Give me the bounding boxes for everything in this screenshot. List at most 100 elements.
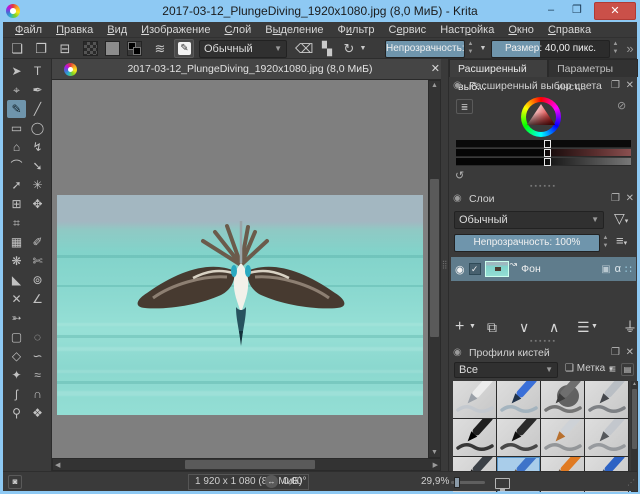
layer-alpha-icon[interactable]: α [615, 263, 621, 275]
toolbar-overflow-icon[interactable]: » [624, 40, 636, 57]
docker-menu-icon[interactable]: ◉ [453, 345, 462, 361]
freehand-select-tool[interactable]: ∽ [28, 347, 47, 365]
move-tool[interactable]: ✥ [28, 195, 47, 213]
document-close-icon[interactable]: ✕ [431, 59, 440, 80]
shade-strip-1[interactable] [456, 140, 631, 148]
text-tool[interactable]: T [28, 62, 47, 80]
layer-blend-mode-dropdown[interactable]: Обычный ▼ [454, 211, 604, 229]
close-docker-icon[interactable]: ✕ [626, 191, 634, 207]
open-document-icon[interactable]: ❐ [32, 40, 50, 57]
measure-tool[interactable]: ∠ [28, 290, 47, 308]
brush-editor-button[interactable]: ✎ [174, 39, 194, 58]
horizontal-scrollbar[interactable]: ◀ ▶ [52, 458, 441, 471]
layer-opacity-spinner[interactable]: ▲ ▼ [601, 234, 610, 250]
float-docker-icon[interactable]: ❐ [611, 345, 620, 361]
smart-patch-tool[interactable]: ✄ [28, 252, 47, 270]
gradient-tool[interactable]: ▦ [7, 233, 26, 251]
move-layer-down-button[interactable]: ∨ [519, 317, 529, 337]
reload-dropdown-icon[interactable]: ▼ [358, 40, 368, 57]
rect-select-tool[interactable]: ▢ [7, 328, 26, 346]
menu-item-Файл[interactable]: Файл [8, 24, 49, 36]
image-plungediving[interactable] [57, 195, 423, 415]
color-selector-settings-button[interactable]: ≣ [456, 99, 473, 114]
brush-preset-brush-ink-black[interactable] [497, 419, 540, 456]
eraser-mode-icon[interactable]: ⌫ [295, 40, 313, 57]
docker-menu-icon[interactable]: ◉ [453, 78, 462, 94]
crop-tool[interactable]: ⌗ [7, 214, 26, 232]
blend-mode-dropdown[interactable]: Обычный ▼ [199, 40, 287, 58]
close-docker-icon[interactable]: ✕ [626, 78, 634, 94]
menu-item-Слой[interactable]: Слой [217, 24, 258, 36]
docker-resize-handle[interactable]: ▪▪▪▪▪▪ [449, 338, 638, 345]
menu-item-Окно[interactable]: Окно [501, 24, 541, 36]
brush-tag-filter-dropdown[interactable]: Все ▼ [454, 362, 558, 378]
fit-to-screen-icon[interactable] [495, 478, 510, 491]
brush-preset-pen-orange-band[interactable] [541, 419, 584, 456]
layer-options-icon[interactable]: ≡▾ [616, 233, 627, 248]
brush-preset-eraser-soft[interactable] [453, 381, 496, 418]
brush-list-menu-icon[interactable]: ≡ [609, 362, 616, 376]
zoom-slider[interactable] [451, 477, 485, 488]
vertical-scrollbar[interactable]: ▲ ▼ [428, 80, 441, 458]
add-layer-button[interactable]: + [455, 317, 464, 337]
opacity-dropdown-icon[interactable]: ▼ [478, 40, 488, 57]
shade-strip-2[interactable] [456, 149, 631, 157]
layer-filter-icon[interactable]: ▽▾ [614, 210, 628, 227]
color-wheel[interactable] [521, 97, 561, 137]
menu-item-Изображение[interactable]: Изображение [134, 24, 217, 36]
brush-preset-pencil-silver[interactable] [585, 419, 628, 456]
document-titlebar[interactable]: 2017-03-12_PlungeDiving_1920x1080.jpg (8… [52, 59, 448, 80]
brush-preset-ink-fine-liner[interactable] [585, 381, 628, 418]
hscroll-thumb[interactable] [185, 460, 315, 469]
contiguous-select-tool[interactable]: ≈ [28, 366, 47, 384]
reference-images-tool[interactable]: ➳ [7, 309, 26, 327]
resize-grip[interactable]: ⋰ [627, 478, 635, 487]
brush-scroll-thumb[interactable] [632, 389, 637, 449]
magnetic-select-tool[interactable]: ∩ [28, 385, 47, 403]
color-picker-tool[interactable]: ✐ [28, 233, 47, 251]
brush-preset-marker-chisel-black[interactable] [453, 419, 496, 456]
maximize-button[interactable]: ❐ [566, 3, 588, 19]
opacity-spinner[interactable]: ▲ ▼ [466, 40, 475, 56]
docker-menu-icon[interactable]: ◉ [453, 191, 462, 207]
brush-preset-airbrush-soft[interactable] [541, 381, 584, 418]
tag-button[interactable]: ❑ Метка ▼ [565, 363, 614, 374]
layer-color-label-icon[interactable]: ∷ [625, 263, 632, 276]
zoom-slider-handle[interactable] [454, 477, 460, 488]
no-color-icon[interactable]: ⊘ [617, 99, 626, 112]
polygon-select-tool[interactable]: ◇ [7, 347, 26, 365]
close-button[interactable]: ✕ [594, 2, 636, 20]
refresh-colors-icon[interactable]: ↺ [455, 169, 464, 182]
assistants-tool[interactable]: ✕ [7, 290, 26, 308]
scroll-down-icon[interactable]: ▼ [429, 449, 440, 456]
menu-item-Вид[interactable]: Вид [100, 24, 134, 36]
size-spinner[interactable]: ▲ ▼ [611, 40, 620, 56]
dynamic-brush-tool[interactable]: ➚ [7, 176, 26, 194]
menu-item-Настройка[interactable]: Настройка [433, 24, 501, 36]
float-docker-icon[interactable]: ❐ [611, 78, 620, 94]
zoom-tool[interactable]: ⚲ [7, 404, 26, 422]
fill-tool[interactable]: ◣ [7, 271, 26, 289]
add-layer-dropdown-icon[interactable]: ▼ [469, 317, 476, 337]
calligraphy-tool[interactable]: ✒ [28, 81, 47, 99]
freehand-path-tool[interactable]: ➘ [28, 157, 47, 175]
brush-size-slider[interactable]: Размер: 40,00 пикс. [491, 40, 610, 58]
shade-strip-3[interactable] [456, 158, 631, 166]
similar-select-tool[interactable]: ✦ [7, 366, 26, 384]
tab-advanced-color-selector[interactable]: Расширенный выб... [449, 59, 549, 93]
title-bar[interactable]: 2017-03-12_PlungeDiving_1920x1080.jpg (8… [0, 0, 640, 22]
pattern-chooser-swatch[interactable] [105, 41, 120, 56]
menu-item-Сервис[interactable]: Сервис [382, 24, 434, 36]
save-icon[interactable]: ⊟ [56, 40, 74, 57]
delete-layer-button[interactable]: ⏚ [623, 317, 637, 337]
layer-name[interactable]: Фон [521, 263, 597, 275]
rectangle-tool[interactable]: ▭ [7, 119, 26, 137]
multibrush-tool[interactable]: ✳ [28, 176, 47, 194]
new-document-icon[interactable]: ❏ [8, 40, 26, 57]
rotation-icon[interactable]: ↔ [265, 475, 278, 488]
brush-display-mode-icon[interactable]: ▤ [621, 363, 634, 376]
rotation-angle[interactable]: 0,00° [283, 476, 306, 487]
ellipse-select-tool[interactable]: ◌ [28, 328, 47, 346]
fg-bg-color-swatch[interactable] [127, 41, 142, 56]
minimize-button[interactable]: – [540, 3, 562, 19]
